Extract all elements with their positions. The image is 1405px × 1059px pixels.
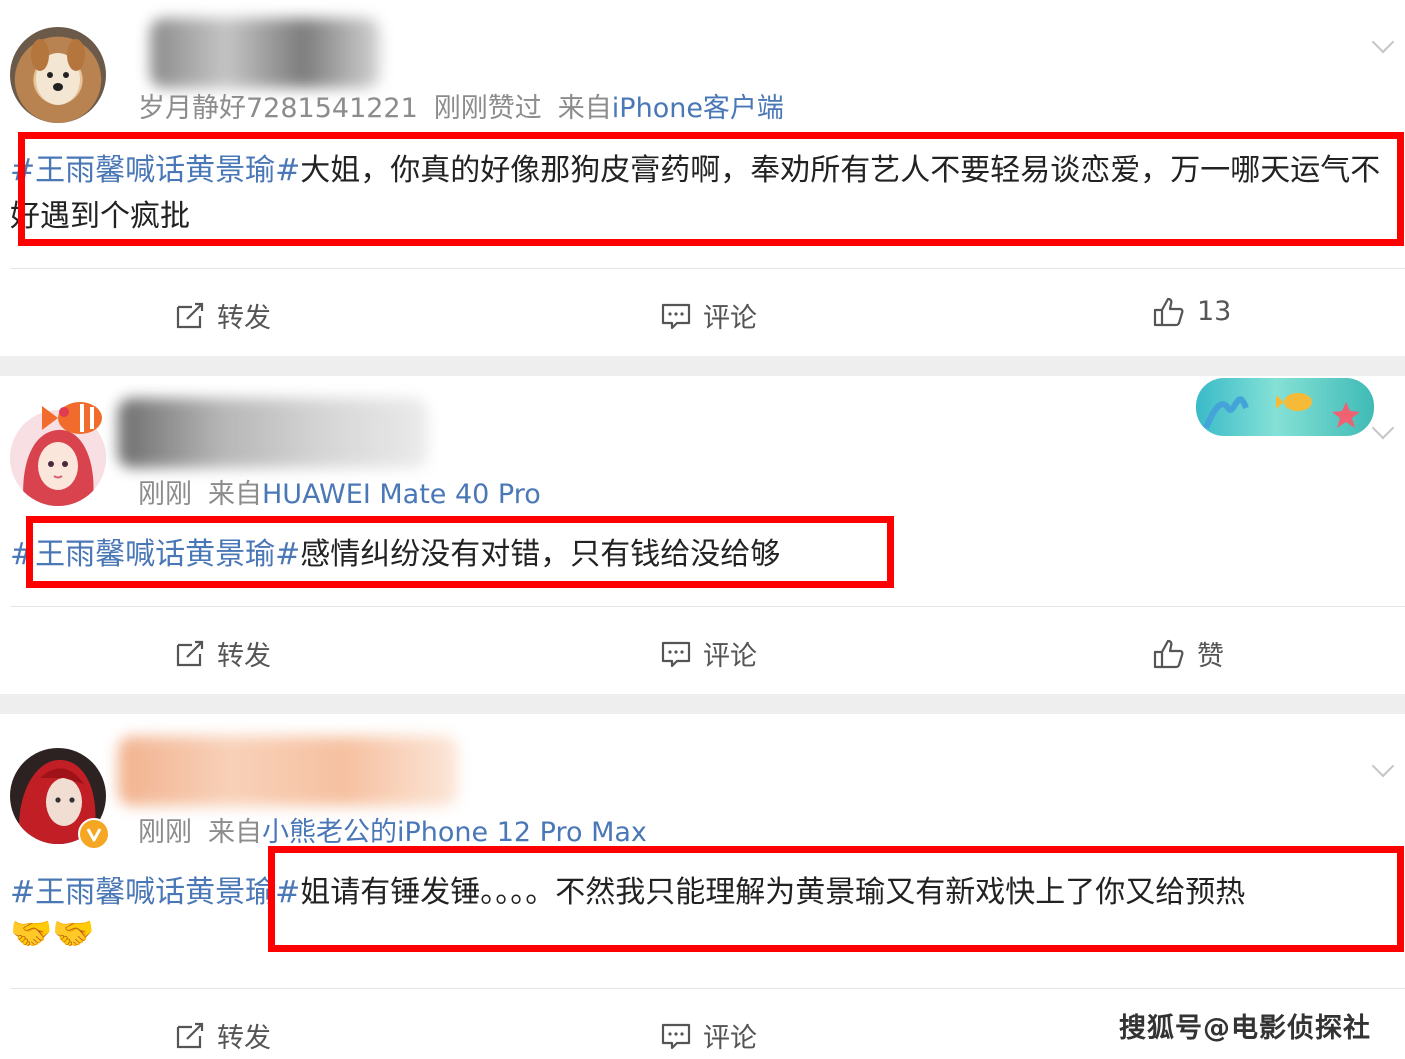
post-meta: 刚刚 来自小熊老公的iPhone 12 Pro Max	[138, 810, 647, 849]
thumbs-up-icon	[1153, 297, 1184, 326]
post-time: 刚刚	[138, 479, 192, 510]
comment-label: 评论	[703, 303, 757, 334]
like-count: 13	[1197, 296, 1232, 327]
post-meta: 岁月静好7281541221 刚刚赞过 来自iPhone客户端	[138, 86, 784, 125]
repost-button[interactable]: 转发	[175, 1016, 271, 1055]
post-separator	[0, 356, 1405, 376]
repost-label: 转发	[217, 303, 271, 334]
ocean-badge-decoration	[1196, 378, 1374, 436]
comment-button[interactable]: 评论	[661, 634, 757, 673]
source-prefix: 来自	[557, 93, 612, 124]
comment-icon	[661, 303, 691, 329]
post-2: 刚刚 来自HUAWEI Mate 40 Pro #王雨馨喊话黄景瑜#感情纠纷没有对…	[0, 376, 1405, 694]
source-prefix: 来自	[208, 817, 262, 848]
ocean-badge-icon	[1203, 393, 1360, 430]
thumbs-up-icon	[1153, 639, 1184, 668]
post-source[interactable]: 小熊老公的iPhone 12 Pro Max	[262, 817, 647, 848]
repost-icon	[176, 302, 204, 328]
comment-icon	[661, 1023, 691, 1049]
post-meta: 刚刚 来自HUAWEI Mate 40 Pro	[138, 472, 541, 511]
divider	[10, 268, 1405, 269]
chevron-down-icon[interactable]	[1371, 30, 1395, 54]
like-button[interactable]: 赞	[1153, 634, 1224, 673]
comment-label: 评论	[703, 1023, 757, 1054]
like-label: 赞	[1197, 641, 1224, 672]
username-redacted	[118, 398, 428, 468]
source-prefix: 来自	[208, 479, 262, 510]
fish-decoration-icon	[42, 402, 102, 434]
comment-icon	[661, 641, 691, 667]
chevron-down-icon[interactable]	[1371, 416, 1395, 440]
chevron-down-icon[interactable]	[1371, 754, 1395, 778]
watermark: 搜狐号@电影侦探社	[1119, 1013, 1371, 1044]
highlight-box	[18, 132, 1404, 246]
comment-button[interactable]: 评论	[661, 1016, 757, 1055]
divider	[10, 988, 1405, 989]
username-redacted	[118, 736, 458, 806]
dog-avatar-icon	[31, 39, 85, 105]
repost-label: 转发	[217, 1023, 271, 1054]
post-source[interactable]: iPhone客户端	[612, 93, 784, 124]
post-time: 刚刚赞过	[433, 93, 542, 124]
username[interactable]: 岁月静好7281541221	[138, 93, 418, 124]
verified-badge	[78, 818, 110, 850]
repost-button[interactable]: 转发	[175, 296, 271, 335]
topic-link[interactable]: #王雨馨喊话黄景瑜#	[10, 875, 300, 910]
repost-icon	[176, 640, 204, 666]
repost-button[interactable]: 转发	[175, 634, 271, 673]
verified-v-icon	[86, 828, 102, 842]
post-time: 刚刚	[138, 817, 192, 848]
highlight-box	[268, 846, 1404, 952]
comment-label: 评论	[703, 641, 757, 672]
post-separator	[0, 694, 1405, 714]
avatar-dog[interactable]	[10, 27, 106, 123]
post-source[interactable]: HUAWEI Mate 40 Pro	[262, 479, 541, 510]
post-1: 岁月静好7281541221 刚刚赞过 来自iPhone客户端 #王雨馨喊话黄景瑜#…	[0, 0, 1405, 356]
repost-icon	[176, 1022, 204, 1048]
comment-button[interactable]: 评论	[661, 296, 757, 335]
handshake-emoji: 🤝🤝	[10, 914, 95, 954]
highlight-box	[26, 516, 894, 588]
repost-label: 转发	[217, 641, 271, 672]
like-button[interactable]: 13	[1153, 296, 1231, 327]
username-redacted	[150, 18, 380, 88]
divider	[10, 606, 1405, 607]
